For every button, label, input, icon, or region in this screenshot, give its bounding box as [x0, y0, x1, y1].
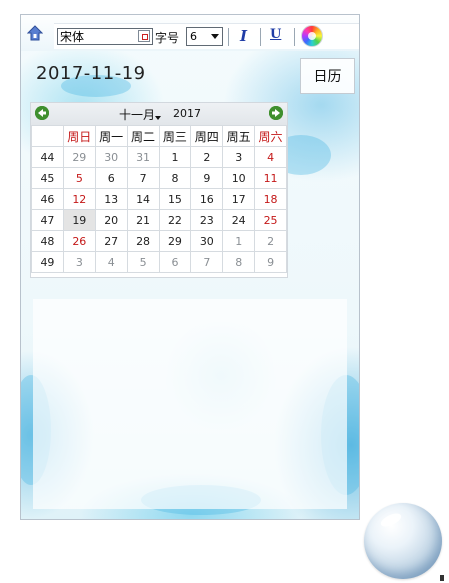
- calendar-day[interactable]: 11: [254, 167, 287, 189]
- calendar-week-row: 46 12 13 14 15 16 17 18: [31, 188, 287, 210]
- calendar-day[interactable]: 31: [126, 146, 160, 168]
- calendar-week-row: 48 26 27 28 29 30 1 2: [31, 230, 287, 252]
- calendar-day[interactable]: 8: [158, 167, 192, 189]
- calendar-day[interactable]: 4: [254, 146, 287, 168]
- calendar-day[interactable]: 5: [126, 251, 160, 273]
- home-icon: [27, 25, 43, 41]
- week-number: 45: [31, 167, 64, 189]
- calendar-day[interactable]: 21: [126, 209, 160, 231]
- calendar-grid: 周日 周一 周二 周三 周四 周五 周六 44 29 30 31 1 2 3 4…: [31, 125, 287, 273]
- calendar-day[interactable]: 20: [94, 209, 128, 231]
- toolbar-divider: [294, 28, 295, 46]
- calendar-day-selected[interactable]: 19: [62, 209, 96, 231]
- calendar-day[interactable]: 6: [94, 167, 128, 189]
- font-size-label: 字号: [155, 31, 180, 45]
- chevron-down-icon[interactable]: [155, 116, 161, 120]
- font-size-select[interactable]: 6: [186, 27, 223, 46]
- calendar-day[interactable]: 24: [222, 209, 256, 231]
- calendar-day[interactable]: 14: [126, 188, 160, 210]
- calendar-day[interactable]: 7: [190, 251, 224, 273]
- calendar-day[interactable]: 3: [62, 251, 96, 273]
- calendar-week-row: 49 3 4 5 6 7 8 9: [31, 251, 287, 273]
- calendar-day[interactable]: 3: [222, 146, 256, 168]
- calendar-day[interactable]: 16: [190, 188, 224, 210]
- calendar-day[interactable]: 17: [222, 188, 256, 210]
- calendar-day[interactable]: 28: [126, 230, 160, 252]
- weekday-header-row: 周日 周一 周二 周三 周四 周五 周六: [31, 125, 287, 147]
- app-window: 字号 6 I U 2017-11-19 日历 十一月 2017: [20, 14, 360, 520]
- calendar-day[interactable]: 29: [158, 230, 192, 252]
- content-area[interactable]: [33, 299, 347, 509]
- calendar-day[interactable]: 25: [254, 209, 287, 231]
- weekday-header: 周一: [94, 125, 128, 147]
- calendar-button[interactable]: 日历: [300, 58, 355, 94]
- italic-button[interactable]: I: [240, 27, 247, 45]
- arrow-right-icon: [269, 106, 283, 120]
- font-size-value: 6: [190, 30, 197, 43]
- weekday-header: 周五: [222, 125, 256, 147]
- calendar-day[interactable]: 2: [190, 146, 224, 168]
- home-button[interactable]: [27, 25, 43, 41]
- calendar-day[interactable]: 22: [158, 209, 192, 231]
- color-picker-icon[interactable]: [301, 25, 323, 47]
- week-number: 49: [31, 251, 64, 273]
- arrow-left-icon: [35, 106, 49, 120]
- underline-button[interactable]: U: [270, 27, 281, 42]
- toolbar-divider: [228, 28, 229, 46]
- weekday-header: 周日: [62, 125, 96, 147]
- weekday-header: 周三: [158, 125, 192, 147]
- weekday-header: 周六: [254, 125, 287, 147]
- prev-month-arrow-icon[interactable]: [35, 106, 49, 120]
- weekday-header: 周二: [126, 125, 160, 147]
- calendar-day[interactable]: 7: [126, 167, 160, 189]
- font-picker-button[interactable]: [138, 30, 150, 42]
- date-display[interactable]: 2017-11-19: [36, 63, 146, 84]
- calendar-day[interactable]: 4: [94, 251, 128, 273]
- calendar-day[interactable]: 8: [222, 251, 256, 273]
- calendar-day[interactable]: 1: [158, 146, 192, 168]
- week-number: 46: [31, 188, 64, 210]
- calendar-day[interactable]: 15: [158, 188, 192, 210]
- calendar-day[interactable]: 13: [94, 188, 128, 210]
- chevron-down-icon: [211, 34, 219, 39]
- calendar-day[interactable]: 5: [62, 167, 96, 189]
- next-month-arrow-icon[interactable]: [269, 106, 283, 120]
- calendar-day[interactable]: 23: [190, 209, 224, 231]
- weekday-header: 周四: [190, 125, 224, 147]
- calendar-day[interactable]: 10: [222, 167, 256, 189]
- bubble-highlight: [378, 510, 404, 530]
- calendar-popup: 十一月 2017 周日 周一 周二 周三 周四 周五 周六 44 29 30 3…: [30, 102, 288, 278]
- calendar-day[interactable]: 30: [94, 146, 128, 168]
- calendar-day[interactable]: 2: [254, 230, 287, 252]
- month-selector[interactable]: 十一月: [119, 106, 155, 123]
- calendar-week-row: 45 5 6 7 8 9 10 11: [31, 167, 287, 189]
- calendar-day[interactable]: 9: [190, 167, 224, 189]
- calendar-week-row: 44 29 30 31 1 2 3 4: [31, 146, 287, 168]
- calendar-day[interactable]: 29: [62, 146, 96, 168]
- week-number-header: [31, 125, 64, 147]
- format-toolbar: 字号 6 I U: [21, 15, 359, 51]
- corner-mark: [440, 575, 444, 581]
- calendar-day[interactable]: 9: [254, 251, 287, 273]
- calendar-day[interactable]: 18: [254, 188, 287, 210]
- floating-bubble-icon[interactable]: [364, 503, 442, 579]
- calendar-day[interactable]: 27: [94, 230, 128, 252]
- calendar-day[interactable]: 12: [62, 188, 96, 210]
- calendar-day[interactable]: 26: [62, 230, 96, 252]
- week-number: 44: [31, 146, 64, 168]
- calendar-day[interactable]: 30: [190, 230, 224, 252]
- calendar-day[interactable]: 6: [158, 251, 192, 273]
- calendar-day[interactable]: 1: [222, 230, 256, 252]
- week-number: 48: [31, 230, 64, 252]
- calendar-header: 十一月 2017: [31, 103, 287, 125]
- calendar-week-row: 47 19 20 21 22 23 24 25: [31, 209, 287, 231]
- toolbar-divider: [260, 28, 261, 46]
- week-number: 47: [31, 209, 64, 231]
- year-selector[interactable]: 2017: [173, 107, 201, 120]
